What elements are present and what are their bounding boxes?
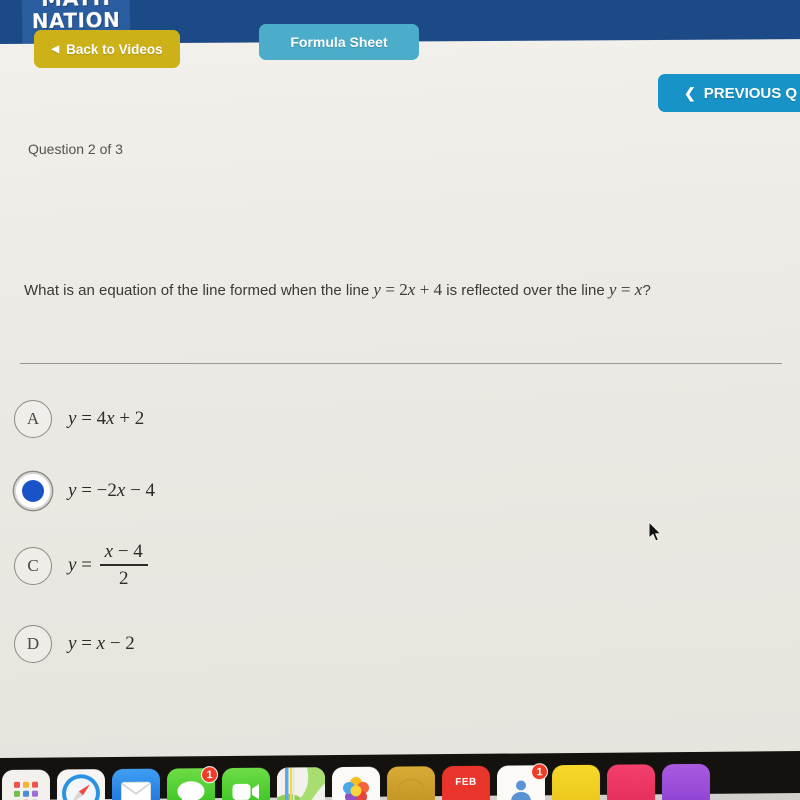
messages-icon[interactable]: 1 [167,766,218,800]
mail-icon[interactable] [112,768,160,800]
notes-icon[interactable] [387,766,435,800]
photographed-screen: MATH NATION ◀ Back to Videos Formula She… [0,0,800,800]
maps-icon[interactable] [277,767,325,800]
question-prompt: What is an equation of the line formed w… [24,280,784,300]
option-c-fraction: x − 4 2 [99,541,148,590]
previous-question-button[interactable]: ❮ PREVIOUS Q [658,74,800,112]
calendar-month-label: FEB [455,776,477,788]
option-d-letter: D [26,634,40,653]
reminders-icon[interactable] [552,764,600,800]
speech-bubble-glyph [177,781,205,800]
previous-question-label: PREVIOUS Q [703,84,798,102]
answer-option-d[interactable]: D y = x − 2 [14,625,135,663]
radio-option-b[interactable] [14,472,52,510]
option-a-x: x [106,408,115,429]
prompt-eq1-equals: = [381,280,400,299]
radio-selected-dot [22,480,44,502]
safari-compass [62,774,100,800]
chevron-left-icon: ❮ [684,84,696,101]
option-c-text: y = x − 4 2 [68,541,151,591]
option-d-tail: − 2 [105,633,135,654]
option-a-equals: = 4 [76,408,107,429]
option-c-num-tail: − 4 [113,541,143,562]
envelope-glyph [121,781,151,800]
formula-sheet-label: Formula Sheet [290,34,388,50]
calendar-icon[interactable]: FEB [442,765,490,800]
option-b-text: y = −2x − 4 [68,480,155,502]
prompt-text-2: is reflected over the line [442,282,609,299]
formula-sheet-button[interactable]: Formula Sheet [259,24,419,60]
prompt-text-3: ? [642,282,651,299]
option-c-letter: C [27,556,39,576]
answer-option-c[interactable]: C y = x − 4 2 [14,541,151,591]
option-d-text: y = x − 2 [68,633,135,655]
answer-option-a[interactable]: A y = 4x + 2 [14,400,144,438]
music-icon[interactable] [607,764,655,800]
question-counter: Question 2 of 3 [28,141,123,157]
video-camera-glyph [232,783,259,800]
launchpad-icon[interactable] [2,769,50,800]
answer-option-b[interactable]: y = −2x − 4 [14,472,155,510]
photos-icon[interactable] [332,766,380,800]
prompt-eq1-coefficient: 2 [399,280,408,299]
prompt-eq1-y: y [373,280,382,299]
photos-flower [343,776,369,800]
contacts-badge: 1 [531,763,548,781]
notes-lines [397,778,425,800]
option-c-numerator: x − 4 [100,541,148,564]
chevron-left-icon: ◀ [51,43,60,55]
option-a-letter: A [26,409,40,428]
facetime-icon[interactable] [222,767,270,800]
option-c-num-x: x [104,541,114,562]
radio-option-c[interactable]: C [14,547,52,586]
prompt-text-1: What is an equation of the line formed w… [24,282,374,299]
section-divider [20,363,782,364]
launchpad-grid [14,781,38,800]
map-glyph [277,767,325,800]
safari-icon[interactable] [57,769,105,800]
macos-dock[interactable]: 1 FEB 1 [0,763,800,800]
option-b-tail: − 4 [125,480,156,501]
option-d-equals: = [76,633,97,654]
logo-line-2: NATION [31,7,121,34]
back-to-videos-button[interactable]: ◀ Back to Videos [34,30,180,68]
option-b-equals: = −2 [76,480,117,501]
option-a-text: y = 4x + 2 [68,408,144,430]
option-d-x: x [96,633,106,654]
prompt-eq2-y: y [608,280,617,299]
podcasts-icon[interactable] [662,763,710,800]
prompt-eq1-constant: + 4 [415,280,443,299]
option-a-tail: + 2 [114,408,145,429]
prompt-eq2-equals: = [616,280,635,299]
radio-option-d[interactable]: D [14,625,52,663]
messages-badge: 1 [201,766,218,784]
option-c-equals: = [76,554,97,576]
person-glyph [511,780,531,800]
back-to-videos-label: Back to Videos [66,41,163,57]
radio-option-a[interactable]: A [14,400,52,438]
option-c-denominator: 2 [118,567,129,589]
contacts-icon[interactable]: 1 [497,763,548,800]
